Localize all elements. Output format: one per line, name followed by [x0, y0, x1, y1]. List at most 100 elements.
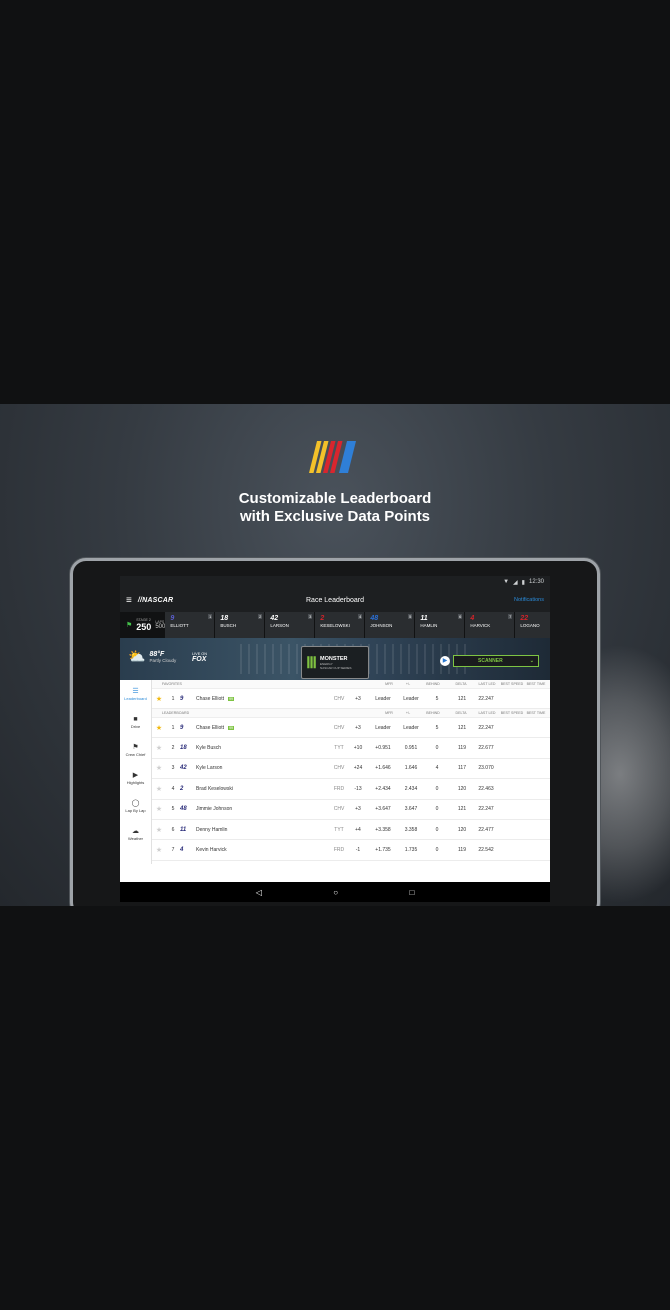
ticker-position: 4: [358, 614, 363, 619]
ticker-driver[interactable]: 3 42 LARSON: [265, 612, 315, 638]
car-number: 2: [180, 785, 184, 792]
column-header[interactable]: +/-: [398, 682, 418, 686]
column-header[interactable]: BEST TIME: [524, 682, 548, 686]
series-sponsor-logo: Ⅲ MONSTER ENERGY NASCAR CUP SERIES: [301, 646, 369, 679]
partly-cloudy-icon: ⛅: [128, 648, 146, 664]
column-header[interactable]: LAST LED: [474, 682, 500, 686]
car-number: 11: [180, 826, 187, 833]
sidebar-item-weather[interactable]: ☁ Weather: [120, 820, 151, 848]
behind: +1.735: [375, 847, 391, 854]
driver-badge: 99: [228, 725, 234, 730]
play-icon[interactable]: ▶: [440, 656, 450, 666]
driver-name: Chase Elliott: [196, 724, 225, 731]
driver-cell: 4 Kevin Harvick: [180, 847, 330, 853]
ticker-driver[interactable]: 22 LOGANO: [515, 612, 550, 638]
nav-label: Drive: [130, 723, 141, 729]
table-row[interactable]: ★ 6 11 Denny Hamlin TYT +4 +3.358 3.358 0 120 22.4…: [152, 820, 550, 841]
driver-name: Kevin Harvick: [196, 847, 227, 854]
ticker-driver[interactable]: 2 18 BUSCH: [215, 612, 265, 638]
back-icon[interactable]: ◁: [256, 888, 262, 897]
sidebar-item-highlights[interactable]: ▶ Highlights: [120, 764, 151, 792]
favorite-star-icon[interactable]: ★: [152, 826, 166, 834]
position-change: +3: [355, 724, 361, 731]
favorite-star-icon[interactable]: ★: [152, 764, 166, 772]
driver-cell: 11 Denny Hamlin: [180, 827, 330, 833]
network-logo: FOX: [192, 656, 207, 663]
temperature: 88°F: [149, 650, 165, 658]
favorite-star-icon[interactable]: ★: [152, 724, 166, 732]
recents-icon[interactable]: □: [409, 888, 414, 897]
best-speed: 119: [458, 745, 466, 752]
driver-badge: 99: [228, 696, 234, 701]
ticker-driver[interactable]: 1 9 ELLIOTT: [165, 612, 215, 638]
column-header[interactable]: BEST SPEED: [500, 711, 524, 715]
ticker-driver[interactable]: 5 48 JOHNSON: [365, 612, 415, 638]
driver-name: Chase Elliott: [196, 695, 225, 702]
table-row[interactable]: ★ 7 4 Kevin Harvick FRD -1 +1.735 1.735 0 119 22.5…: [152, 840, 550, 861]
column-header[interactable]: DELTA: [448, 682, 474, 686]
column-header[interactable]: +/-: [398, 711, 418, 715]
best-speed: 121: [457, 695, 467, 702]
favorite-star-icon[interactable]: ★: [152, 785, 166, 793]
green-flag-icon: ⚑: [126, 622, 133, 629]
favorite-star-icon[interactable]: ★: [152, 744, 166, 752]
menu-icon[interactable]: ≡: [126, 595, 132, 606]
ticker-driver[interactable]: 6 11 HAMLIN: [415, 612, 465, 638]
column-header[interactable]: BEST SPEED: [500, 682, 524, 686]
tablet-screen: ▼ ◢ ▮ 12:30 ≡ //NASCAR Race Leaderboard …: [120, 576, 550, 902]
column-header[interactable]: MFR: [380, 682, 398, 686]
sidebar-item-lap-by-lap[interactable]: ◯ Lap By Lap: [120, 792, 151, 820]
table-row[interactable]: ★ 5 48 Jimmie Johnson CHV +3 +3.647 3.647 0 121 22…: [152, 800, 550, 820]
column-header[interactable]: DELTA: [448, 711, 474, 715]
nav-icon: ◯: [131, 800, 140, 807]
column-header[interactable]: BEHIND: [418, 682, 448, 686]
favorite-star-icon[interactable]: ★: [152, 805, 166, 813]
last-led: 4: [435, 765, 439, 772]
table-row[interactable]: ★ 4 2 Brad Keselowski FRD -13 +2.434 2.434 0 120 2…: [152, 779, 550, 800]
best-time: 22.542: [478, 847, 494, 854]
favorite-star-icon[interactable]: ★: [152, 695, 166, 703]
sidebar-item-drive[interactable]: ■ Drive: [120, 708, 151, 736]
sidebar-item-leaderboard[interactable]: ☰ Leaderboard: [120, 680, 151, 708]
column-header[interactable]: BEHIND: [418, 711, 448, 715]
scanner-control: ▶ SCANNER ⌄: [440, 655, 539, 667]
android-nav-bar: ◁ ○ □: [120, 882, 550, 902]
broadcast-info: LIVE ON FOX: [192, 652, 207, 663]
driver-name: Brad Keselowski: [196, 785, 233, 792]
nav-label: Weather: [127, 836, 144, 841]
signal-icon: ◢: [513, 579, 518, 586]
home-icon[interactable]: ○: [333, 888, 338, 897]
behind: +2.434: [375, 785, 391, 792]
scanner-dropdown[interactable]: SCANNER ⌄: [453, 655, 539, 667]
nav-label: Crew Chief: [125, 752, 146, 757]
table-row[interactable]: ★ 1 9 Chase Elliott 99 CHV +3 Leader Leader 5 121 2…: [152, 718, 550, 739]
driver-name: LARSON: [270, 623, 289, 628]
car-number: 4: [470, 615, 475, 622]
best-time: 22.247: [478, 724, 494, 731]
position: 1: [171, 724, 175, 731]
column-headers: MFR +/- BEHIND DELTA LAST LED BEST SPEED BEST …: [380, 711, 548, 715]
nascar-stripes-logo: [309, 441, 356, 473]
driver-cell: 2 Brad Keselowski: [180, 786, 330, 792]
sidebar-item-crew-chief[interactable]: ⚑ Crew Chief: [120, 736, 151, 764]
best-speed: 120: [457, 826, 467, 833]
driver-cell: 9 Chase Elliott 99: [180, 696, 330, 702]
behind: +3.647: [375, 806, 391, 813]
last-led: 0: [435, 806, 439, 813]
driver-name: KESELOWSKI: [320, 623, 350, 628]
position: 5: [171, 806, 175, 813]
favorite-star-icon[interactable]: ★: [152, 846, 166, 854]
ticker-driver[interactable]: 4 2 KESELOWSKI: [315, 612, 365, 638]
driver-cell: 42 Kyle Larson: [180, 765, 330, 771]
driver-name: HAMLIN: [420, 623, 438, 628]
column-header[interactable]: BEST TIME: [524, 711, 548, 715]
ticker-driver[interactable]: 7 4 HARVICK: [465, 612, 515, 638]
table-row[interactable]: ★ 2 18 Kyle Busch TYT +10 +0.951 0.951 0 119 22.67…: [152, 738, 550, 759]
driver-name: Denny Hamlin: [196, 826, 228, 833]
table-row[interactable]: ★ 3 42 Kyle Larson CHV +24 +1.646 1.646 4 117 23.0…: [152, 759, 550, 780]
column-header[interactable]: MFR: [380, 711, 398, 715]
nav-icon: ■: [133, 715, 138, 723]
table-row[interactable]: ★ 1 9 Chase Elliott 99 CHV +3 Leader Leader 5 121 2…: [152, 689, 550, 709]
notifications-link[interactable]: Notifications: [514, 597, 544, 603]
column-header[interactable]: LAST LED: [474, 711, 500, 715]
